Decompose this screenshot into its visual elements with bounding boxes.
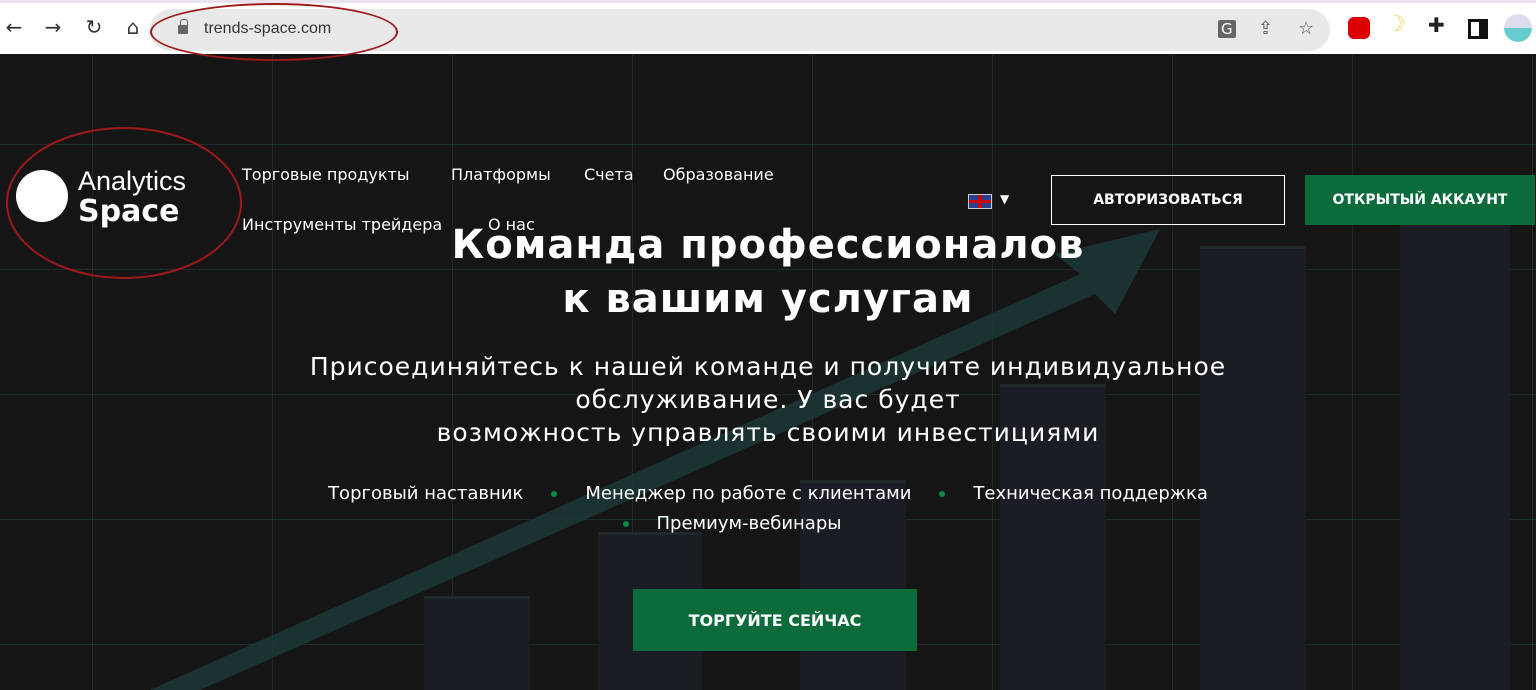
nav-platforms[interactable]: Платформы <box>451 165 551 184</box>
puzzle-icon[interactable]: ✚ <box>1428 13 1450 37</box>
feature-item: Техническая поддержка <box>973 483 1208 504</box>
hero-subtitle: Присоединяйтесь к нашей команде и получи… <box>309 352 1227 381</box>
hero-subtitle: возможность управлять своими инвестициям… <box>436 418 1100 447</box>
bullet-icon <box>622 521 629 527</box>
feature-list-line2: Премиум-вебинары <box>0 513 1536 534</box>
trade-now-button[interactable]: ТОРГУЙТЕ СЕЙЧАС <box>633 589 917 651</box>
bullet-icon <box>939 491 946 497</box>
reload-icon[interactable]: ↻ <box>82 15 106 39</box>
nav-accounts[interactable]: Счета <box>584 165 634 184</box>
nav-education[interactable]: Образование <box>663 165 774 184</box>
nav-trading-products[interactable]: Торговые продукты <box>242 165 409 184</box>
language-flag-icon[interactable] <box>968 194 992 209</box>
back-icon[interactable]: ← <box>2 15 26 39</box>
bg-bar <box>424 596 530 690</box>
feature-item: Торговый наставник <box>328 483 524 504</box>
bullet-icon <box>551 491 558 497</box>
sidepanel-icon[interactable] <box>1468 19 1488 39</box>
annotation-ellipse <box>150 3 398 61</box>
feature-item: Менеджер по работе с клиентами <box>585 483 912 504</box>
hero-title: Команда профессионалов <box>451 222 1085 268</box>
moon-icon[interactable]: ☽ <box>1386 12 1408 37</box>
profile-avatar[interactable] <box>1504 14 1532 42</box>
bg-bar <box>800 480 906 690</box>
chevron-down-icon[interactable]: ▼ <box>1000 192 1009 206</box>
hero-title-line2: к вашим услугам <box>562 276 974 322</box>
feature-item: Премиум-вебинары <box>656 513 842 534</box>
share-icon[interactable]: ⇪ <box>1258 18 1273 39</box>
browser-toolbar: ← → ↻ ⌂ trends-space.com G ⇪ ☆ ☽ ✚ <box>0 0 1536 61</box>
feature-list: Торговый наставник Менеджер по работе с к… <box>0 483 1536 504</box>
star-icon[interactable]: ☆ <box>1298 18 1314 39</box>
adblock-icon[interactable] <box>1348 17 1370 39</box>
forward-icon[interactable]: → <box>41 15 65 39</box>
translate-icon[interactable]: G <box>1218 20 1236 38</box>
home-icon[interactable]: ⌂ <box>121 15 145 39</box>
hero-subtitle: обслуживание. У вас будет <box>575 385 961 414</box>
